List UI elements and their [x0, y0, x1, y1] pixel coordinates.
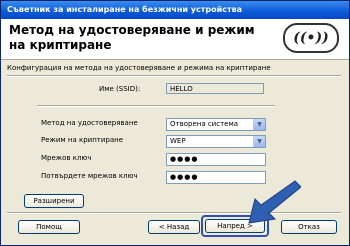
window-title: Съветник за инсталиране на безжични устр…: [1, 1, 349, 19]
page-subtitle: Конфигурация на метода на удостоверяване…: [7, 64, 271, 72]
chevron-down-icon[interactable]: ▼: [253, 119, 265, 130]
divider: [7, 75, 341, 77]
network-key-input[interactable]: ●●●●: [166, 153, 266, 166]
encryption-select-value: WEP: [170, 137, 186, 145]
wizard-window: Съветник за инсталиране на безжични устр…: [0, 0, 350, 246]
auth-select[interactable]: Отворена система ▼: [166, 118, 266, 131]
network-key-label: Мрежов ключ: [41, 154, 92, 162]
encryption-select[interactable]: WEP ▼: [166, 135, 266, 148]
auth-select-value: Отворена система: [170, 120, 239, 128]
blue-arrow-icon: [248, 180, 301, 224]
page-title: Метод на удостоверяване и режим на крипт…: [9, 23, 255, 52]
ssid-label: Име (SSID):: [99, 85, 141, 93]
divider: [37, 105, 275, 107]
wireless-logo-icon: ((•)): [283, 23, 339, 53]
header-banner: Метод на удостоверяване и режим на крипт…: [1, 19, 349, 60]
confirm-key-label: Потвърдете мрежов ключ: [41, 172, 138, 180]
advanced-button[interactable]: Разширени: [24, 194, 84, 208]
help-button[interactable]: Помощ: [18, 220, 80, 234]
back-button[interactable]: < Назад: [148, 220, 200, 234]
auth-label: Метод на удостоверяване: [41, 119, 138, 127]
encryption-label: Режим на криптиране: [41, 136, 124, 144]
ssid-field: HELLO: [166, 83, 264, 94]
chevron-down-icon[interactable]: ▼: [253, 136, 265, 147]
